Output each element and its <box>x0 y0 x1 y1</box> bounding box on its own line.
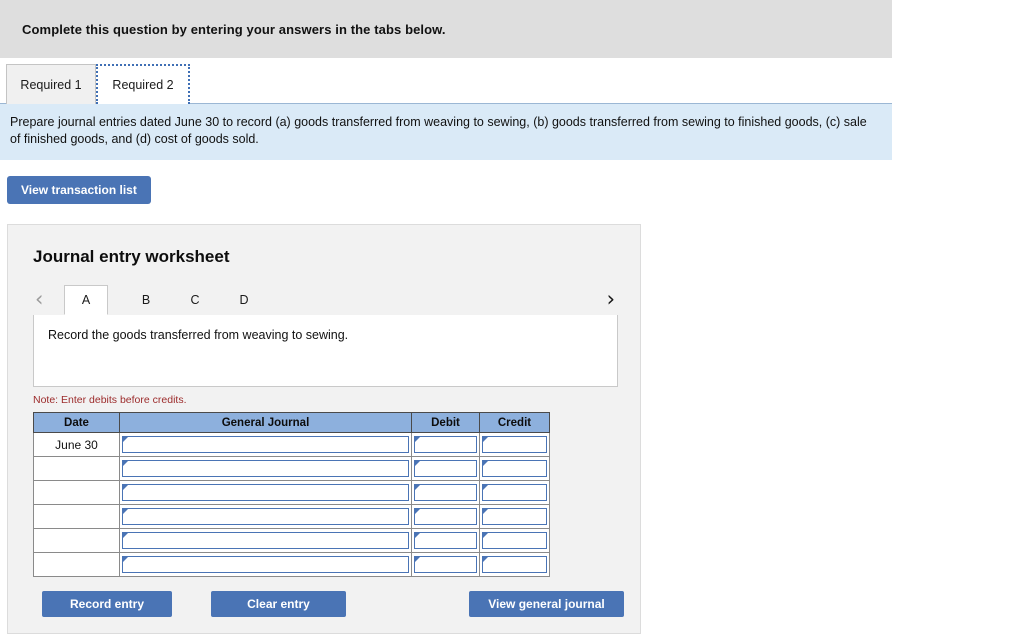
debit-input[interactable] <box>414 460 477 477</box>
banner-text: Complete this question by entering your … <box>22 21 446 37</box>
credit-cell[interactable] <box>479 504 550 529</box>
credit-input[interactable] <box>482 532 547 549</box>
general-journal-input[interactable] <box>122 556 409 573</box>
worksheet-tab-b[interactable]: B <box>124 285 168 315</box>
table-row <box>33 456 550 481</box>
tab-required-1-label: Required 1 <box>20 77 82 92</box>
credit-cell[interactable] <box>479 552 550 577</box>
credit-input[interactable] <box>482 436 547 453</box>
table-row: June 30 <box>33 432 550 457</box>
tab-required-2-label: Required 2 <box>112 78 174 92</box>
date-cell[interactable] <box>33 456 120 481</box>
general-journal-cell[interactable] <box>119 480 412 505</box>
general-journal-input[interactable] <box>122 436 409 453</box>
debit-cell[interactable] <box>411 552 480 577</box>
debit-cell[interactable] <box>411 528 480 553</box>
tab-required-1[interactable]: Required 1 <box>6 64 96 104</box>
debit-input[interactable] <box>414 436 477 453</box>
general-journal-input[interactable] <box>122 484 409 501</box>
credit-input[interactable] <box>482 556 547 573</box>
chevron-left-icon[interactable]: ‹ <box>35 287 43 311</box>
date-cell[interactable] <box>33 552 120 577</box>
credit-cell[interactable] <box>479 528 550 553</box>
debits-before-credits-note: Note: Enter debits before credits. <box>33 394 187 406</box>
general-journal-input[interactable] <box>122 532 409 549</box>
worksheet-tab-a-label: A <box>81 293 91 307</box>
worksheet-tab-c[interactable]: C <box>173 285 217 315</box>
worksheet-tab-c-label: C <box>190 293 200 307</box>
column-header-credit: Credit <box>479 412 550 433</box>
general-journal-input[interactable] <box>122 508 409 525</box>
credit-cell[interactable] <box>479 456 550 481</box>
instruction-band: Prepare journal entries dated June 30 to… <box>0 104 892 160</box>
worksheet-tab-d-label: D <box>239 293 249 307</box>
debit-cell[interactable] <box>411 456 480 481</box>
view-transaction-list-button[interactable]: View transaction list <box>7 176 151 204</box>
worksheet-title: Journal entry worksheet <box>33 247 230 266</box>
general-journal-cell[interactable] <box>119 504 412 529</box>
general-journal-cell[interactable] <box>119 552 412 577</box>
date-cell[interactable] <box>33 504 120 529</box>
credit-input[interactable] <box>482 508 547 525</box>
view-transaction-list-row: View transaction list <box>0 160 892 204</box>
credit-input[interactable] <box>482 484 547 501</box>
view-general-journal-button[interactable]: View general journal <box>469 591 624 617</box>
worksheet-tab-a[interactable]: A <box>64 285 108 315</box>
date-cell[interactable] <box>33 528 120 553</box>
clear-entry-button[interactable]: Clear entry <box>211 591 346 617</box>
question-banner: Complete this question by entering your … <box>0 0 892 58</box>
debit-cell[interactable] <box>411 504 480 529</box>
debit-cell[interactable] <box>411 480 480 505</box>
debit-input[interactable] <box>414 556 477 573</box>
worksheet-tab-d[interactable]: D <box>222 285 266 315</box>
credit-cell[interactable] <box>479 432 550 457</box>
required-tab-bar: Required 1 Required 2 <box>0 58 892 104</box>
debit-input[interactable] <box>414 484 477 501</box>
worksheet-description-box: Record the goods transferred from weavin… <box>33 315 618 387</box>
column-header-general-journal: General Journal <box>119 412 412 433</box>
table-row <box>33 528 550 553</box>
table-row <box>33 480 550 505</box>
general-journal-cell[interactable] <box>119 432 412 457</box>
instruction-text: Prepare journal entries dated June 30 to… <box>10 115 867 146</box>
journal-entry-worksheet-panel: Journal entry worksheet ‹ A B C D › Reco… <box>7 224 641 634</box>
debit-input[interactable] <box>414 532 477 549</box>
table-header-row: Date General Journal Debit Credit <box>33 412 550 433</box>
credit-input[interactable] <box>482 460 547 477</box>
debit-cell[interactable] <box>411 432 480 457</box>
chevron-right-icon[interactable]: › <box>607 287 615 311</box>
date-cell[interactable] <box>33 480 120 505</box>
worksheet-action-bar: Record entry Clear entry View general jo… <box>33 591 624 623</box>
general-journal-cell[interactable] <box>119 528 412 553</box>
worksheet-tab-b-label: B <box>141 293 151 307</box>
journal-entry-table: Date General Journal Debit Credit June 3… <box>33 412 550 577</box>
table-row <box>33 552 550 577</box>
tab-required-2[interactable]: Required 2 <box>96 64 190 104</box>
date-cell[interactable]: June 30 <box>33 432 120 457</box>
worksheet-letter-tab-bar: ‹ A B C D › <box>33 285 618 316</box>
general-journal-cell[interactable] <box>119 456 412 481</box>
column-header-date: Date <box>33 412 120 433</box>
credit-cell[interactable] <box>479 480 550 505</box>
table-row <box>33 504 550 529</box>
general-journal-input[interactable] <box>122 460 409 477</box>
column-header-debit: Debit <box>411 412 480 433</box>
record-entry-button[interactable]: Record entry <box>42 591 172 617</box>
worksheet-description-text: Record the goods transferred from weavin… <box>48 328 349 342</box>
question-content-column: Complete this question by entering your … <box>0 0 892 634</box>
debit-input[interactable] <box>414 508 477 525</box>
